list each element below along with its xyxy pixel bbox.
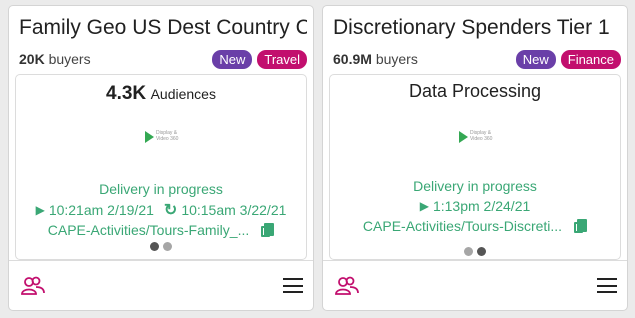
new-badge: New: [515, 50, 556, 69]
display-video-360-logo: Display & Video 360: [145, 130, 178, 144]
destination-path[interactable]: CAPE-Activities/Tours-Family_...: [48, 222, 249, 238]
card-content-panel: 4.3K Audiences Display & Video 360 Delive…: [15, 74, 307, 260]
menu-icon[interactable]: [597, 278, 617, 293]
audiences-count: 4.3K: [106, 83, 147, 104]
buyers-count: 60.9M buyers: [333, 51, 418, 67]
users-icon[interactable]: [21, 276, 45, 296]
audiences-headline: 4.3K Audiences: [16, 83, 306, 105]
carousel-dot-2[interactable]: [163, 242, 172, 251]
processing-headline: Data Processing: [408, 81, 542, 101]
play-icon: ▶: [35, 203, 45, 217]
delivery-times: ▶ 1:13pm 2/24/21: [330, 198, 620, 214]
category-badge: Travel: [257, 50, 307, 69]
copy-icon[interactable]: [261, 222, 275, 238]
carousel-dots: [16, 242, 306, 251]
footer-divider: [323, 260, 627, 261]
buyers-label: buyers: [48, 51, 91, 67]
carousel-dots: [330, 247, 620, 256]
buyers-count: 20K buyers: [19, 51, 91, 67]
audience-card[interactable]: Discretionary Spenders Tier 1 60.9M buye…: [322, 5, 628, 311]
buyers-number: 60.9M: [333, 51, 372, 67]
refresh-icon: ↻: [163, 202, 178, 219]
category-badge: Finance: [560, 50, 621, 69]
destination-path-row: CAPE-Activities/Tours-Family_...: [16, 222, 306, 238]
new-badge: New: [212, 50, 253, 69]
card-title: Discretionary Spenders Tier 1: [333, 16, 610, 39]
carousel-dot-2[interactable]: [477, 247, 486, 256]
delivery-status: Delivery in progress: [413, 178, 537, 194]
buyers-label: buyers: [375, 51, 418, 67]
badges: New Finance: [515, 50, 621, 69]
footer-divider: [9, 260, 313, 261]
card-content-panel: Data Processing Display & Video 360 Deliv…: [329, 74, 621, 260]
start-time: 1:13pm 2/24/21: [432, 198, 531, 214]
destination-path-row: CAPE-Activities/Tours-Discreti...: [330, 218, 620, 234]
buyers-number: 20K: [19, 51, 45, 67]
start-time: 10:21am 2/19/21: [48, 202, 154, 218]
play-icon: ▶: [419, 199, 429, 213]
display-video-360-logo: Display & Video 360: [459, 130, 492, 144]
carousel-dot-1[interactable]: [464, 247, 473, 256]
copy-icon[interactable]: [574, 218, 588, 234]
delivery-times: ▶ 10:21am 2/19/21 ↻ 10:15am 3/22/21: [16, 200, 306, 220]
users-icon[interactable]: [335, 276, 359, 296]
badges: New Travel: [212, 50, 307, 69]
menu-icon[interactable]: [283, 278, 303, 293]
audience-card[interactable]: Family Geo US Dest Country CA 20K buyers…: [8, 5, 314, 311]
destination-path[interactable]: CAPE-Activities/Tours-Discreti...: [363, 218, 562, 234]
carousel-dot-1[interactable]: [150, 242, 159, 251]
audiences-label: Audiences: [150, 86, 216, 102]
card-title: Family Geo US Dest Country CA: [19, 16, 307, 39]
delivery-status: Delivery in progress: [99, 181, 223, 197]
refresh-time: 10:15am 3/22/21: [181, 202, 287, 218]
